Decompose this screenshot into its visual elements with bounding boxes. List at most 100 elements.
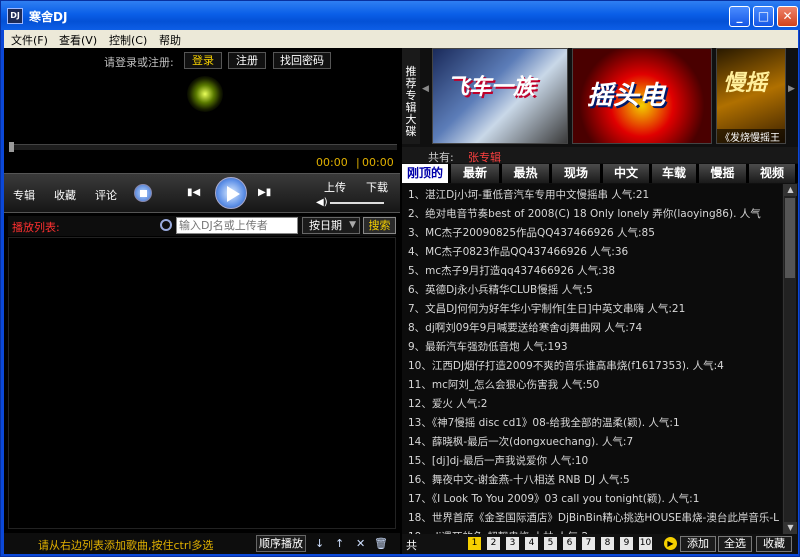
- list-item[interactable]: 6、英德Dj永小兵精华CLUB慢摇 人气:5: [408, 281, 782, 300]
- list-item[interactable]: 13、《神7慢摇 disc cd1》08-给我全部的温柔(颖). 人气:1: [408, 414, 782, 433]
- tab-0[interactable]: 刚顶的: [402, 164, 449, 183]
- list-item[interactable]: 17、《I Look To You 2009》03 call you tonig…: [408, 490, 782, 509]
- list-item[interactable]: 8、dj啊刘09年9月喊要送给寒舍dj舞曲网 人气:74: [408, 319, 782, 338]
- album-link[interactable]: 专辑: [13, 187, 35, 203]
- maximize-button[interactable]: □: [753, 6, 774, 27]
- list-item[interactable]: 14、薛晓枫-最后一次(dongxuechang). 人气:7: [408, 433, 782, 452]
- select-all-button[interactable]: 全选: [718, 536, 752, 552]
- tab-5[interactable]: 车载: [652, 164, 697, 183]
- visualizer-area: [4, 74, 400, 140]
- previous-track-icon[interactable]: ▮◀: [187, 187, 200, 198]
- album-cover-3-title: 慢摇: [723, 71, 768, 96]
- seek-handle[interactable]: [9, 142, 14, 152]
- next-track-icon[interactable]: ▶▮: [258, 187, 271, 198]
- tab-4[interactable]: 中文: [603, 164, 650, 183]
- close-button[interactable]: ✕: [777, 6, 798, 27]
- page-number[interactable]: 10: [639, 537, 652, 550]
- tab-7[interactable]: 视频: [749, 164, 796, 183]
- list-item[interactable]: 18、世界首席《金圣国际酒店》DjBinBin精心挑选HOUSE串烧-澳台此岸音…: [408, 509, 782, 528]
- page-number[interactable]: 1: [468, 537, 481, 550]
- playlist-toolbar: 播放列表: 按日期 ▼ 搜索: [8, 216, 396, 236]
- time-display: 00:00 | 00:00: [4, 154, 400, 170]
- album-cover-1-title: 飞车一族: [447, 75, 536, 100]
- scroll-up-icon[interactable]: ▲: [784, 184, 797, 196]
- play-order-button[interactable]: 顺序播放: [256, 535, 306, 552]
- list-item[interactable]: 15、[dj]dj-最后一声我说爱你 人气:10: [408, 452, 782, 471]
- comment-link[interactable]: 评论: [95, 187, 117, 203]
- download-link[interactable]: 下载: [366, 179, 388, 195]
- remove-icon[interactable]: ✕: [356, 537, 365, 550]
- volume-icon: ◀): [316, 197, 328, 208]
- scroll-down-icon[interactable]: ▼: [784, 522, 797, 534]
- playlist-label: 播放列表:: [12, 221, 60, 234]
- list-item[interactable]: 3、MC杰子20090825作品QQ437466926 人气:85: [408, 224, 782, 243]
- tab-6[interactable]: 慢摇: [699, 164, 747, 183]
- login-prompt: 请登录或注册:: [104, 56, 174, 69]
- tab-1[interactable]: 最新: [451, 164, 500, 183]
- player-controls: 专辑 收藏 评论 ▮◀ ▶▮ 上传 下载 ◀): [4, 173, 400, 213]
- album-cover-2[interactable]: 摇头电: [572, 48, 712, 144]
- playlist-footer: 请从右边列表添加歌曲,按住ctrl多选 顺序播放 ↓ ↑ ✕ 🗑: [4, 533, 400, 554]
- time-separator: |: [356, 156, 360, 169]
- sort-value: 按日期: [309, 219, 342, 232]
- list-item[interactable]: 2、绝对电音节奏best of 2008(C) 18 Only lonely 弄…: [408, 205, 782, 224]
- page-number[interactable]: 8: [601, 537, 614, 550]
- add-button[interactable]: 添加: [680, 536, 716, 552]
- seek-bar[interactable]: [9, 144, 397, 150]
- menu-view[interactable]: 查看(V): [59, 32, 97, 48]
- scroll-thumb[interactable]: [785, 198, 795, 278]
- app-window: DJ 寒舍DJ _ □ ✕ 文件(F) 查看(V) 控制(C) 帮助 请登录或注…: [0, 0, 800, 557]
- favorite-link[interactable]: 收藏: [54, 187, 76, 203]
- track-list: 1、湛江Dj小坷-重低音汽车专用中文慢摇串 人气:21 2、绝对电音节奏best …: [402, 184, 782, 534]
- menu-help[interactable]: 帮助: [159, 32, 181, 48]
- stop-icon: [140, 190, 147, 197]
- current-time: 00:00: [316, 156, 348, 169]
- list-item[interactable]: 7、文昌DJ何何为好年华小宇制作[生日]中英文串嗨 人气:21: [408, 300, 782, 319]
- album-prev-icon[interactable]: ◀: [422, 84, 429, 94]
- upload-link[interactable]: 上传: [324, 179, 346, 195]
- list-item[interactable]: 16、舞夜中文-谢金燕-十八相送 RNB DJ 人气:5: [408, 471, 782, 490]
- search-input[interactable]: [176, 217, 298, 234]
- page-number[interactable]: 5: [544, 537, 557, 550]
- list-item[interactable]: 12、爱火 人气:2: [408, 395, 782, 414]
- favorite-button[interactable]: 收藏: [756, 536, 792, 552]
- search-button[interactable]: 搜索: [363, 217, 396, 234]
- list-item[interactable]: 10、江西DJ烟仔打造2009不爽的音乐谁高串烧(f1617353). 人气:4: [408, 357, 782, 376]
- page-number[interactable]: 4: [525, 537, 538, 550]
- volume-slider[interactable]: [330, 202, 384, 204]
- sort-dropdown[interactable]: 按日期 ▼: [302, 217, 360, 234]
- tab-2[interactable]: 最热: [502, 164, 550, 183]
- page-number[interactable]: 9: [620, 537, 633, 550]
- page-number[interactable]: 7: [582, 537, 595, 550]
- register-button[interactable]: 注册: [228, 52, 266, 69]
- page-number[interactable]: 6: [563, 537, 576, 550]
- move-up-icon[interactable]: ↑: [335, 537, 344, 550]
- menu-control[interactable]: 控制(C): [109, 32, 147, 48]
- stop-button[interactable]: [134, 184, 152, 202]
- recover-password-button[interactable]: 找回密码: [273, 52, 331, 69]
- minimize-button[interactable]: _: [729, 6, 750, 27]
- list-item[interactable]: 11、mc阿刘_怎么会狠心伤害我 人气:50: [408, 376, 782, 395]
- title-bar[interactable]: DJ 寒舍DJ _ □ ✕: [1, 1, 800, 30]
- playlist-area[interactable]: [8, 237, 396, 529]
- list-item[interactable]: 5、mc杰子9月打造qq437466926 人气:38: [408, 262, 782, 281]
- album-cover-1[interactable]: 飞车一族: [432, 48, 568, 144]
- login-button[interactable]: 登录: [184, 52, 222, 69]
- window-title: 寒舍DJ: [29, 10, 68, 24]
- page-number[interactable]: 3: [506, 537, 519, 550]
- play-button[interactable]: [215, 177, 247, 209]
- menu-file[interactable]: 文件(F): [11, 32, 48, 48]
- track-list-scrollbar[interactable]: ▲ ▼: [783, 184, 797, 534]
- list-item[interactable]: 9、最新汽车强劲低音炮 人气:193: [408, 338, 782, 357]
- album-cover-3[interactable]: 慢摇 《发烧慢摇王: [716, 48, 786, 144]
- move-down-icon[interactable]: ↓: [315, 537, 324, 550]
- next-page-icon[interactable]: ▶: [664, 537, 677, 550]
- list-item[interactable]: 4、MC杰子0823作品QQ437466926 人气:36: [408, 243, 782, 262]
- album-cover-2-title: 摇头电: [587, 81, 666, 111]
- list-item[interactable]: 1、湛江Dj小坷-重低音汽车专用中文慢摇串 人气:21: [408, 186, 782, 205]
- album-next-icon[interactable]: ▶: [788, 84, 795, 94]
- tab-3[interactable]: 现场: [552, 164, 601, 183]
- album-count-row: 共有: 张专辑: [402, 147, 798, 164]
- trash-icon[interactable]: 🗑: [374, 537, 388, 550]
- page-number[interactable]: 2: [487, 537, 500, 550]
